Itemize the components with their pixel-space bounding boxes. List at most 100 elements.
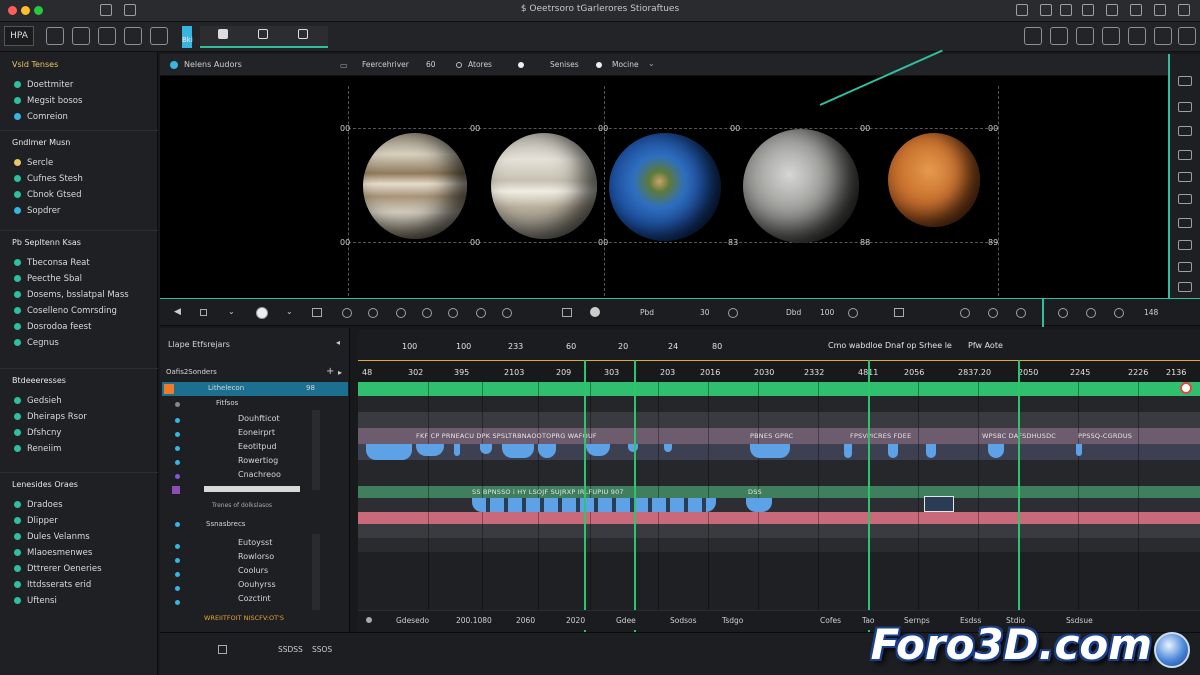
sidebar-item[interactable]: Gedsieh — [14, 394, 62, 408]
layer-row[interactable]: Rowlorso — [238, 552, 274, 561]
settings-icon[interactable] — [1178, 4, 1190, 16]
record-marker-icon[interactable] — [1180, 382, 1192, 394]
marker-icon[interactable] — [476, 308, 486, 318]
sidebar-item[interactable]: Cufnes Stesh — [14, 172, 83, 186]
marker-icon[interactable] — [422, 308, 432, 318]
sidebar-item[interactable]: Dules Velanms — [14, 530, 90, 544]
marker-icon[interactable] — [1016, 308, 1026, 318]
layer-scrollbar[interactable] — [312, 534, 320, 610]
marker-icon[interactable] — [848, 308, 858, 318]
layer-row[interactable]: Eutoysst — [238, 538, 272, 547]
menu-icon[interactable] — [1154, 4, 1166, 16]
sidebar-item[interactable]: Comreion — [14, 110, 68, 124]
viewer-head-item[interactable]: Mocine — [612, 60, 639, 69]
sidebar-item[interactable]: Megsit bosos — [14, 94, 82, 108]
layer-row[interactable]: Fitfsos — [216, 399, 238, 407]
clip[interactable] — [888, 444, 898, 458]
camera-icon[interactable] — [46, 27, 64, 45]
clip-selected[interactable] — [924, 496, 954, 512]
sidebar-item[interactable]: Uftensi — [14, 594, 57, 608]
sidebar-item[interactable]: Peecthe Sbal — [14, 272, 82, 286]
sidebar-item[interactable]: Dradoes — [14, 498, 63, 512]
viewer-icon[interactable]: ▭ — [340, 61, 348, 70]
clip[interactable] — [844, 444, 852, 458]
layer-row[interactable]: Eeotitpud — [238, 442, 277, 451]
save-icon[interactable] — [124, 27, 142, 45]
sidebar-item[interactable]: Cegnus — [14, 336, 59, 350]
frame-icon[interactable] — [298, 29, 308, 39]
sidebar-item[interactable]: Cbnok Gtsed — [14, 188, 82, 202]
layer-row[interactable]: Eoneirprt — [238, 428, 275, 437]
split-icon[interactable] — [1102, 27, 1120, 45]
sidebar-item[interactable]: Dlipper — [14, 514, 58, 528]
marker-icon[interactable] — [728, 308, 738, 318]
layer-row[interactable]: Cnachreoo — [238, 470, 281, 479]
pen-icon[interactable] — [1178, 240, 1192, 250]
fit-icon[interactable] — [894, 308, 904, 317]
3d-viewport[interactable]: 00 00 00 00 00 00 00 00 00 83 88 89 — [160, 49, 1168, 298]
marker-icon[interactable] — [988, 308, 998, 318]
brush-icon[interactable] — [1178, 126, 1192, 136]
stack-icon[interactable] — [1050, 27, 1068, 45]
radio-icon[interactable] — [518, 62, 524, 68]
layer-row[interactable]: Oouhyrss — [238, 580, 276, 589]
sidebar-item[interactable]: Ittdsserats erid — [14, 578, 91, 592]
sidebar-item[interactable]: Reneiim — [14, 442, 61, 456]
sidebar-item[interactable]: Dosrodoa feest — [14, 320, 91, 334]
chevron-down-icon[interactable]: ⌄ — [648, 59, 655, 68]
planet-earth[interactable] — [609, 133, 721, 241]
radio-icon[interactable] — [596, 62, 602, 68]
marker-icon[interactable] — [1086, 308, 1096, 318]
folder-icon[interactable] — [98, 27, 116, 45]
sidebar-item[interactable]: Sopdrer — [14, 204, 60, 218]
sidebar-item[interactable]: Dfshcny — [14, 426, 61, 440]
planet-moon[interactable] — [743, 129, 859, 243]
lock-icon[interactable] — [218, 645, 227, 654]
pin-icon[interactable]: ◂ — [336, 338, 340, 347]
marker-icon[interactable] — [368, 308, 378, 318]
marker-icon[interactable] — [396, 308, 406, 318]
viewer-head-item[interactable]: Senises — [550, 60, 579, 69]
layer-row[interactable]: Rowertiog — [238, 456, 278, 465]
light-icon[interactable] — [1178, 218, 1192, 228]
point-icon[interactable] — [590, 307, 600, 317]
record-button[interactable] — [256, 307, 268, 319]
more-icon[interactable] — [1178, 27, 1196, 45]
layer-scrollbar[interactable] — [312, 410, 320, 490]
marker-icon[interactable] — [1114, 308, 1124, 318]
sidebar-item[interactable]: Dheiraps Rsor — [14, 410, 87, 424]
cube-icon[interactable] — [258, 29, 268, 39]
pin-icon[interactable] — [1128, 27, 1146, 45]
planet-jupiter[interactable] — [363, 133, 467, 239]
clip[interactable] — [750, 444, 790, 458]
rotate-icon[interactable] — [1178, 102, 1192, 112]
selected-layer-row[interactable]: Lithelecon 98 — [162, 382, 348, 396]
scale-icon[interactable] — [1178, 150, 1192, 160]
marker-icon[interactable] — [960, 308, 970, 318]
settings-icon[interactable] — [1178, 282, 1192, 292]
layer-row[interactable]: Douhfticot — [238, 414, 280, 423]
layer-row[interactable]: Coolurs — [238, 566, 268, 575]
comment-icon[interactable] — [218, 29, 228, 39]
key-icon[interactable]: ⌄ — [228, 307, 235, 316]
layer-row[interactable]: Cozctint — [238, 594, 271, 603]
clip[interactable] — [664, 444, 672, 452]
clip[interactable] — [746, 498, 772, 512]
grid-icon[interactable] — [1040, 4, 1052, 16]
clip[interactable] — [366, 444, 412, 460]
planet-saturn[interactable] — [491, 133, 597, 239]
timeline-ruler[interactable]: 4830239521032093032032016203023324811205… — [358, 360, 1200, 382]
marker-icon[interactable] — [448, 308, 458, 318]
sidebar-item[interactable]: Tbeconsa Reat — [14, 256, 90, 270]
marker-icon[interactable] — [1058, 308, 1068, 318]
tool-tab-strip[interactable] — [200, 26, 328, 48]
add-layer-button[interactable]: + — [326, 366, 334, 377]
viewer-head-item[interactable]: Atores — [468, 60, 492, 69]
sidebar-item[interactable]: Coselleno Comrsding — [14, 304, 117, 318]
layer-row[interactable]: Trenes of dolkslasos — [212, 502, 272, 509]
move-icon[interactable] — [1178, 76, 1192, 86]
viewer-head-item[interactable]: 60 — [426, 60, 436, 69]
stop-icon[interactable] — [200, 309, 207, 316]
clip[interactable] — [502, 444, 534, 458]
clip[interactable] — [454, 444, 460, 456]
